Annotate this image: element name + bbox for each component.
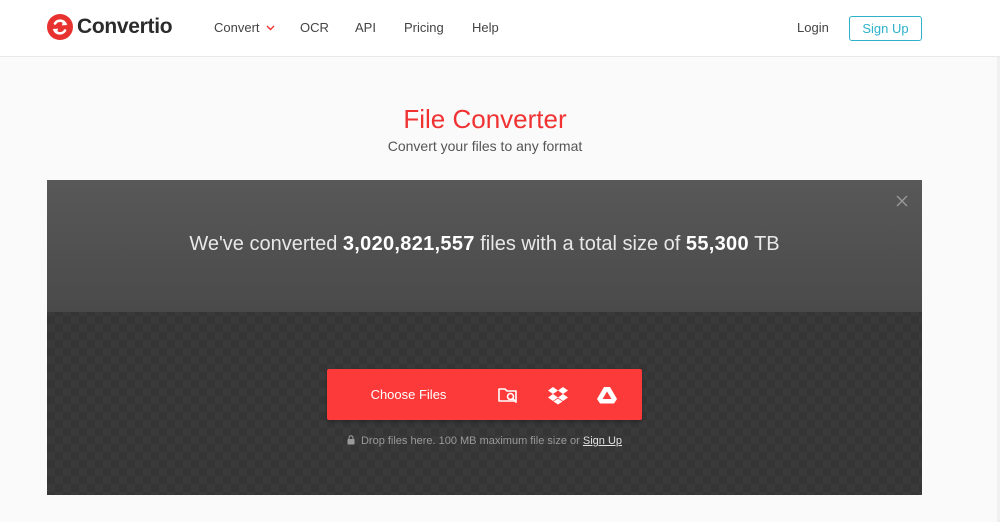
nav-convert-label: Convert [214, 20, 260, 35]
top-navbar: Convertio Convert OCR API Pricing Help L… [0, 0, 1000, 57]
google-drive-icon[interactable] [596, 384, 618, 406]
login-link[interactable]: Login [797, 20, 829, 36]
convertio-logo-icon [47, 14, 73, 40]
drop-note-signup-link[interactable]: Sign Up [583, 435, 622, 447]
choose-files-button[interactable]: Choose Files [327, 369, 490, 420]
nav-help[interactable]: Help [472, 20, 499, 36]
dropbox-icon[interactable] [547, 384, 569, 406]
drop-files-note: Drop files here. 100 MB maximum file siz… [47, 434, 922, 448]
stats-prefix: We've converted [189, 233, 338, 255]
page-title: File Converter [403, 104, 567, 134]
stats-banner: We've converted 3,020,821,557 files with… [47, 180, 922, 312]
folder-search-icon[interactable] [497, 384, 519, 406]
choose-files-button-group: Choose Files [327, 369, 642, 420]
close-icon[interactable] [895, 194, 909, 208]
stats-unit: TB [754, 233, 780, 255]
stats-middle: files with a total size of [480, 233, 681, 255]
nav-api[interactable]: API [355, 20, 376, 36]
upload-dropzone[interactable]: We've converted 3,020,821,557 files with… [47, 180, 922, 495]
signup-button[interactable]: Sign Up [849, 16, 922, 41]
page-subtitle: Convert your files to any format [387, 138, 583, 154]
convertio-logo[interactable]: Convertio [47, 14, 173, 40]
stats-files-count: 3,020,821,557 [342, 233, 475, 255]
lock-icon [347, 435, 355, 445]
drop-note-text: Drop files here. 100 MB maximum file siz… [360, 435, 580, 447]
stats-total-size: 55,300 [685, 233, 749, 255]
nav-ocr[interactable]: OCR [300, 20, 329, 36]
brand-name: Convertio [77, 15, 173, 38]
nav-convert-dropdown[interactable]: Convert [214, 20, 275, 36]
nav-pricing[interactable]: Pricing [404, 20, 444, 36]
conversion-stats: We've converted 3,020,821,557 files with… [47, 230, 922, 258]
chevron-down-icon [266, 25, 275, 31]
